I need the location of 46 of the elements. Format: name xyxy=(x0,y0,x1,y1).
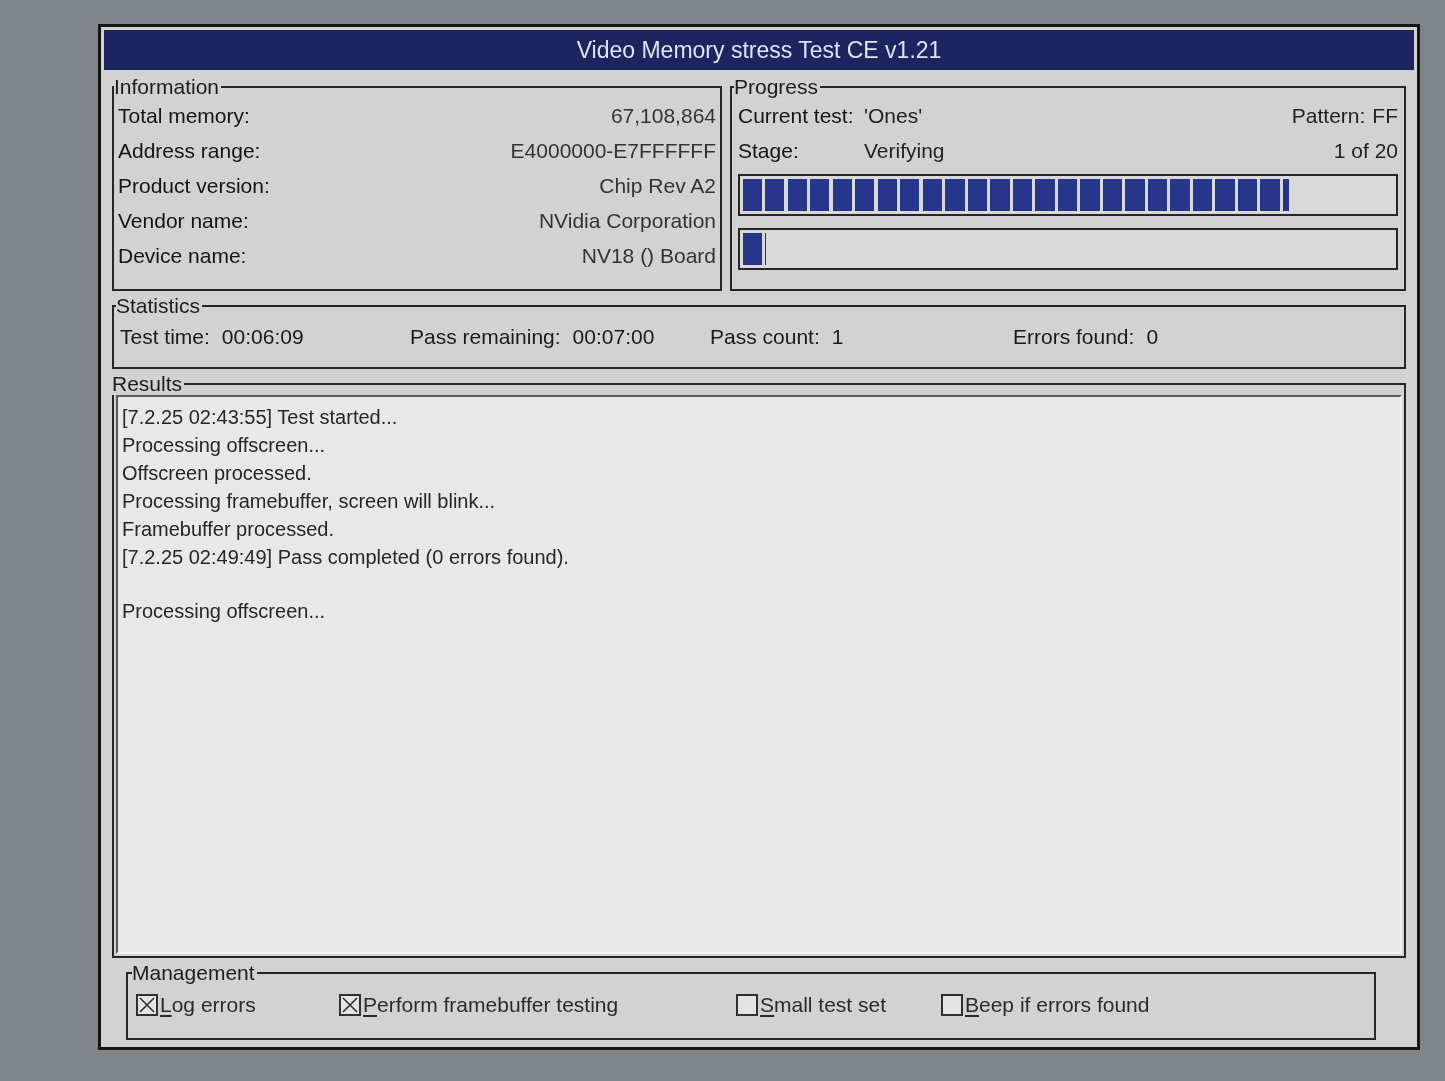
log-line: [7.2.25 02:43:55] Test started... xyxy=(122,405,398,430)
stat-label: Pass remaining: xyxy=(410,324,561,351)
field-value: 'Ones' xyxy=(864,102,923,129)
field-label: Vendor name: xyxy=(118,207,249,234)
stat-label: Errors found: xyxy=(1013,324,1135,351)
stat-value: 00:06:09 xyxy=(221,324,304,351)
stat-value: 00:07:00 xyxy=(572,324,655,351)
group-title: Results xyxy=(112,373,184,395)
field-value: NV18 () Board xyxy=(581,242,716,269)
log-line: Processing offscreen... xyxy=(122,433,326,458)
group-title: Information xyxy=(114,76,221,98)
field-label: Device name: xyxy=(118,242,247,269)
log-line: Offscreen processed. xyxy=(122,461,312,486)
field-label: Pattern: xyxy=(1291,102,1366,129)
stat-value: 0 xyxy=(1146,324,1159,351)
checkbox[interactable] xyxy=(736,994,758,1016)
field-value: 67,108,864 xyxy=(610,102,716,129)
stat-label: Test time: xyxy=(120,324,210,351)
window-title: Video Memory stress Test CE v1.21 xyxy=(576,35,942,65)
checkbox[interactable] xyxy=(339,994,361,1016)
group-title: Management xyxy=(132,962,256,984)
field-label: Stage: xyxy=(738,137,800,164)
checkbox-label[interactable]: Small test set xyxy=(760,989,887,1021)
checkbox-label[interactable]: Beep if errors found xyxy=(965,989,1150,1021)
field-value: Verifying xyxy=(864,137,945,164)
field-value: E4000000-E7FFFFFF xyxy=(510,137,716,164)
stat-value: 1 xyxy=(831,324,844,351)
checkbox[interactable] xyxy=(941,994,963,1016)
stage-counter: 1 of 20 xyxy=(1333,137,1398,164)
group-title: Statistics xyxy=(116,295,202,317)
field-label: Total memory: xyxy=(118,102,250,129)
field-value: FF xyxy=(1372,102,1398,129)
field-value: NVidia Corporation xyxy=(538,207,716,234)
log-line: Processing offscreen... xyxy=(122,599,326,624)
field-label: Product version: xyxy=(118,172,270,199)
checkbox-label[interactable]: Log errors xyxy=(160,989,256,1021)
log-line: [7.2.25 02:49:49] Pass completed (0 errors found). xyxy=(122,545,569,570)
checkbox[interactable] xyxy=(136,994,158,1016)
group-title: Progress xyxy=(734,76,820,98)
checkbox-label[interactable]: Perform framebuffer testing xyxy=(363,989,619,1021)
log-line: Framebuffer processed. xyxy=(122,517,334,542)
field-value: Chip Rev A2 xyxy=(599,172,716,199)
field-label: Address range: xyxy=(118,137,261,164)
field-label: Current test: xyxy=(738,102,855,129)
stat-label: Pass count: xyxy=(710,324,820,351)
log-line: Processing framebuffer, screen will blink... xyxy=(122,489,496,514)
